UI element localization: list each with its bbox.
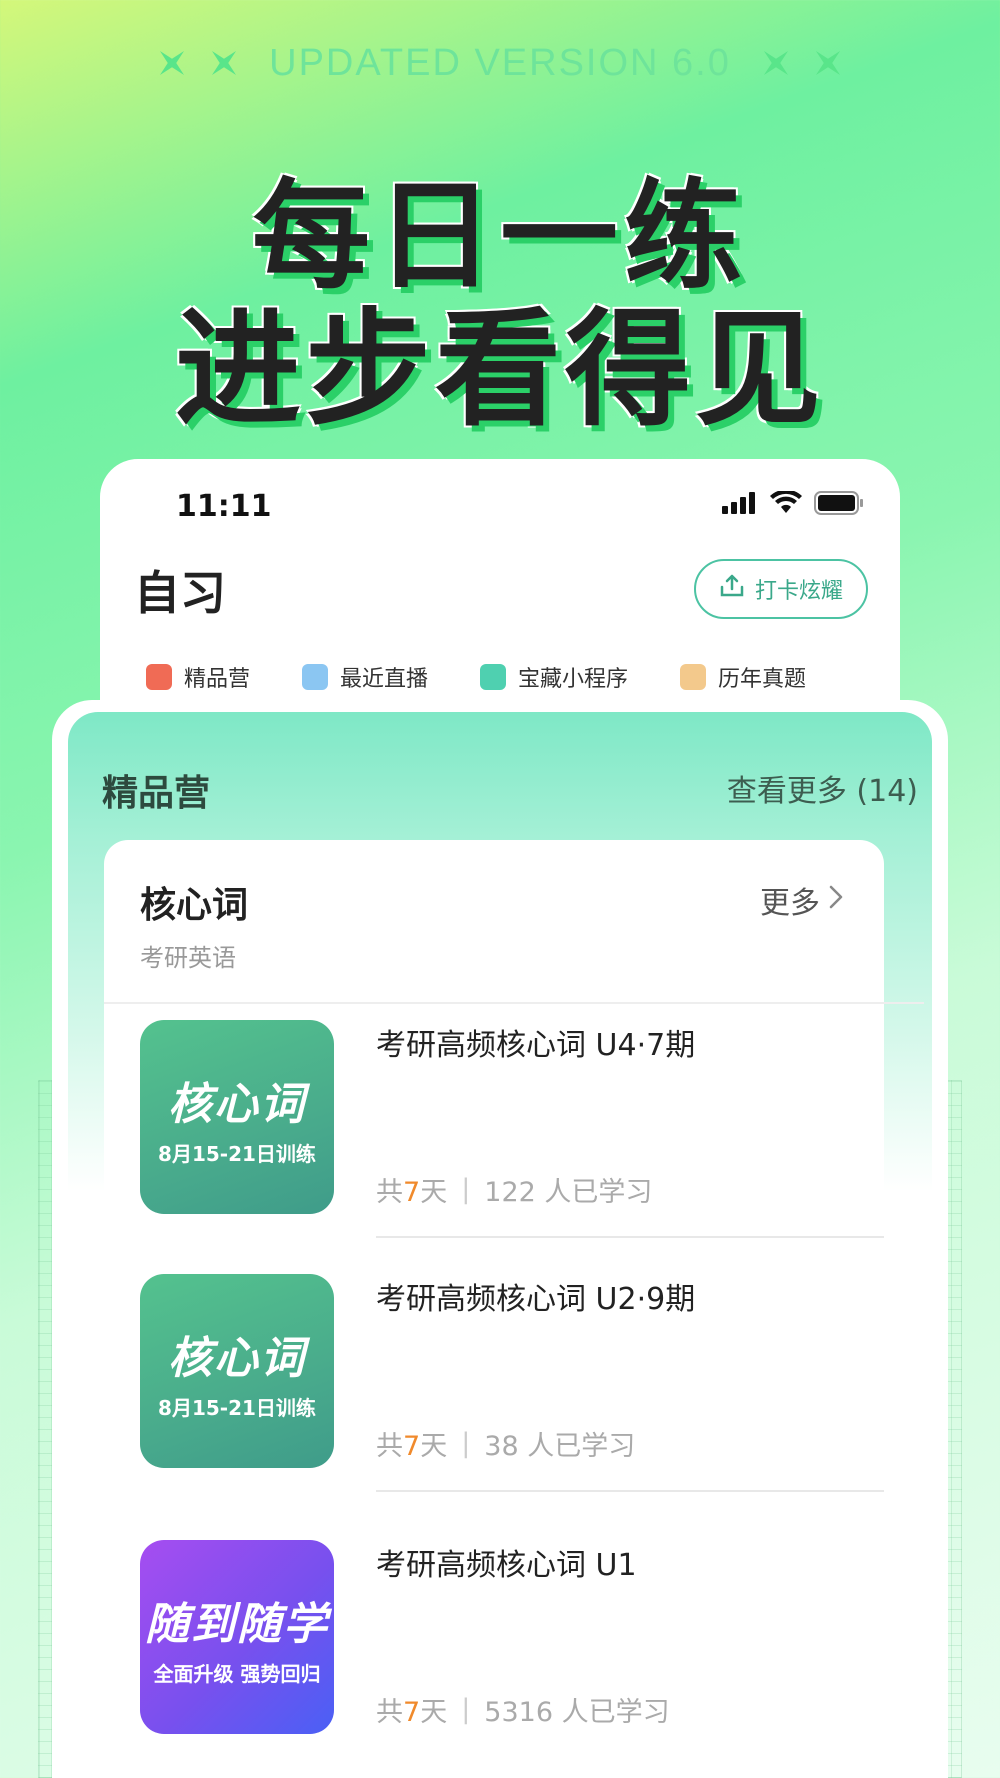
page-title: 自习 [134, 566, 226, 620]
cellular-signal-icon [722, 492, 758, 518]
course-duration: 共7天 [376, 1177, 448, 1208]
tab-jingpinying[interactable]: 精品营 [146, 661, 250, 693]
course-thumbnail: 核心词 8月15-21日训练 [140, 1020, 334, 1214]
course-learners: 38 人已学习 [484, 1431, 636, 1462]
course-item[interactable]: 核心词 8月15-21日训练 考研高频核心词 U2·9期 共7天 | 38 人已… [140, 1274, 884, 1492]
tab-label: 宝藏小程序 [518, 667, 629, 692]
status-time: 11:11 [176, 489, 272, 524]
camp-icon [146, 664, 172, 690]
wifi-icon [770, 489, 802, 519]
course-learners: 122 人已学习 [484, 1177, 653, 1208]
tab-past-exams[interactable]: 历年真题 [680, 661, 806, 693]
category-tabs: 精品营 最近直播 宝藏小程序 历年真题 [146, 661, 806, 693]
course-duration: 共7天 [376, 1697, 448, 1728]
thumbnail-subtitle: 8月15-21日训练 [158, 1141, 316, 1166]
course-thumbnail: 核心词 8月15-21日训练 [140, 1274, 334, 1468]
course-learners: 5316 人已学习 [484, 1697, 670, 1728]
course-meta: 共7天 | 38 人已学习 [376, 1424, 635, 1463]
thumbnail-title: 核心词 [168, 1332, 306, 1384]
course-duration: 共7天 [376, 1431, 448, 1462]
live-video-icon [302, 664, 329, 690]
sparkle-icon [759, 46, 793, 80]
thumbnail-title: 随到随学 [145, 1598, 329, 1650]
upload-share-icon [719, 573, 745, 605]
checkin-label: 打卡炫耀 [754, 579, 843, 604]
thumbnail-subtitle: 8月15-21日训练 [158, 1395, 316, 1420]
checkin-share-button[interactable]: 打卡炫耀 [694, 559, 868, 619]
see-more-link[interactable]: 查看更多 (14) [727, 766, 918, 810]
version-banner: UPDATED VERSION 6.0 [0, 38, 1000, 88]
camp-card-frame: 精品营 查看更多 (14) 核心词 考研英语 更多 核心词 8月15-21日训练… [52, 700, 948, 1778]
chevron-right-icon [828, 883, 844, 918]
category-title: 核心词 [140, 885, 249, 926]
divider [376, 1236, 884, 1238]
sparkle-icon [811, 46, 845, 80]
version-text: UPDATED VERSION 6.0 [269, 41, 731, 84]
section-title: 精品营 [102, 773, 211, 814]
course-meta: 共7天 | 122 人已学习 [376, 1170, 652, 1209]
course-title: 考研高频核心词 U1 [376, 1548, 637, 1583]
divider [376, 1490, 884, 1492]
course-title: 考研高频核心词 U2·9期 [376, 1282, 696, 1317]
separator: | [461, 1428, 471, 1459]
sparkle-icon [207, 46, 241, 80]
course-thumbnail: 随到随学 全面升级 强势回归 [140, 1540, 334, 1734]
folder-icon [680, 664, 707, 690]
course-item[interactable]: 核心词 8月15-21日训练 考研高频核心词 U4·7期 共7天 | 122 人… [140, 1020, 884, 1238]
separator: | [461, 1694, 471, 1725]
miniprogram-icon [480, 664, 507, 690]
course-title: 考研高频核心词 U4·7期 [376, 1028, 696, 1063]
tab-label: 历年真题 [718, 667, 807, 692]
status-icons [722, 489, 864, 519]
tab-recent-live[interactable]: 最近直播 [302, 661, 428, 693]
category-more-link[interactable]: 更多 [760, 878, 844, 922]
tab-miniprogram[interactable]: 宝藏小程序 [480, 661, 628, 693]
headline-line-2: 进步看得见 [175, 296, 825, 443]
star-decoration-left [155, 46, 241, 80]
star-decoration-right [759, 46, 845, 80]
category-subtitle: 考研英语 [140, 944, 236, 972]
thumbnail-title: 核心词 [168, 1078, 306, 1130]
thumbnail-subtitle: 全面升级 强势回归 [153, 1661, 321, 1686]
tab-label: 精品营 [184, 667, 251, 692]
course-item[interactable]: 随到随学 全面升级 强势回归 考研高频核心词 U1 共7天 | 5316 人已学… [140, 1540, 884, 1734]
camp-section: 精品营 查看更多 (14) 核心词 考研英语 更多 核心词 8月15-21日训练… [68, 712, 932, 1778]
more-label: 更多 [760, 886, 820, 921]
divider [104, 1002, 924, 1004]
category-card: 核心词 考研英语 更多 核心词 8月15-21日训练 考研高频核心词 U4·7期… [104, 840, 924, 1778]
tab-label: 最近直播 [340, 667, 429, 692]
separator: | [461, 1174, 471, 1205]
sparkle-icon [155, 46, 189, 80]
battery-icon [814, 491, 864, 519]
course-meta: 共7天 | 5316 人已学习 [376, 1690, 670, 1729]
